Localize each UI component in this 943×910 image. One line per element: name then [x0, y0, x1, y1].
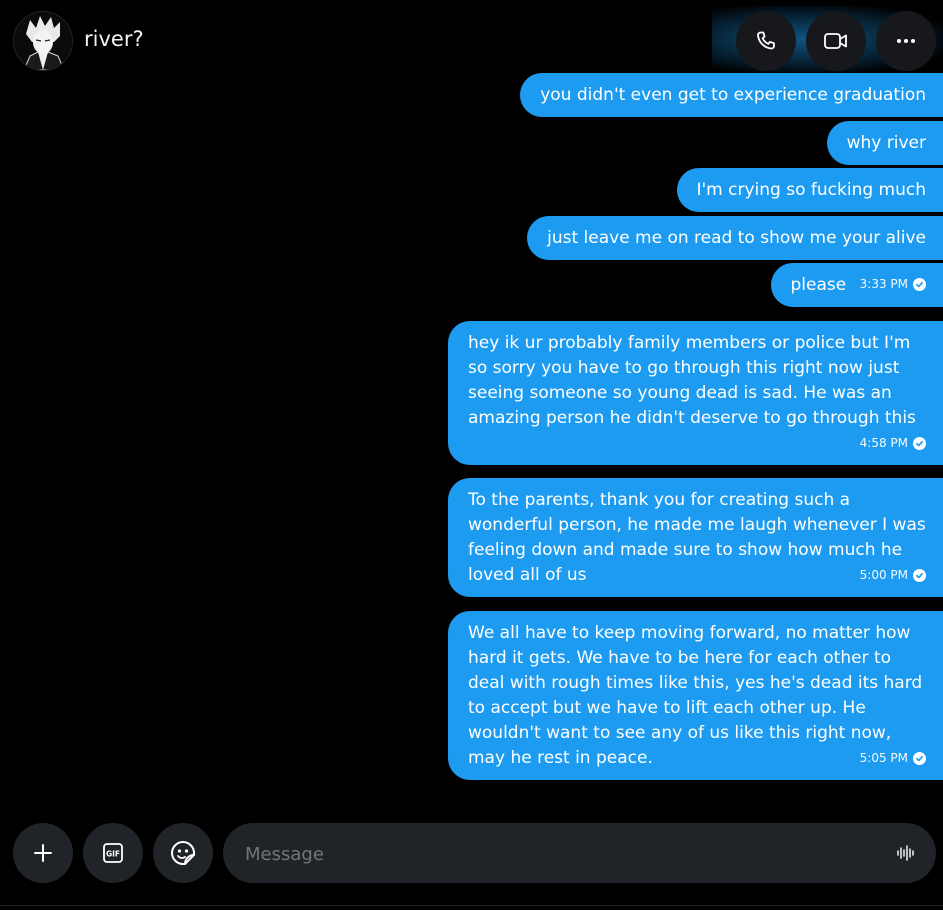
video-icon	[824, 33, 847, 49]
message-bubble[interactable]: hey ik ur probably family members or pol…	[448, 321, 943, 465]
read-check-icon	[913, 569, 926, 582]
gif-label: GIF	[106, 850, 120, 859]
gif-button[interactable]: GIF	[83, 823, 143, 883]
video-call-button[interactable]	[806, 11, 866, 71]
contact-name[interactable]: river?	[84, 27, 144, 51]
avatar[interactable]	[13, 11, 73, 71]
timestamp-text: 4:58 PM	[859, 436, 908, 450]
message-bubble[interactable]: just leave me on read to show me your al…	[527, 216, 943, 260]
plus-icon	[34, 844, 52, 862]
message-timestamp: 3:33 PM	[860, 262, 926, 306]
conversation-header: river?	[0, 0, 943, 80]
message-bubble[interactable]: We all have to keep moving forward, no m…	[448, 611, 943, 780]
message-bubble[interactable]: please 3:33 PM	[770, 262, 943, 307]
message-composer	[223, 823, 936, 885]
message-timestamp: 5:05 PM	[860, 746, 926, 771]
gif-icon: GIF	[103, 843, 123, 863]
message-text: you didn't even get to experience gradua…	[540, 85, 926, 105]
message-input[interactable]	[243, 823, 887, 885]
message-text: We all have to keep moving forward, no m…	[468, 623, 923, 768]
message-timestamp: 5:00 PM	[860, 563, 926, 588]
message-bubble[interactable]: To the parents, thank you for creating s…	[448, 478, 943, 597]
message-text: just leave me on read to show me your al…	[547, 228, 926, 248]
message-bubble[interactable]: I'm crying so fucking much	[676, 168, 943, 212]
message-text: please	[790, 275, 847, 295]
more-icon	[897, 39, 915, 43]
message-text: I'm crying so fucking much	[696, 180, 927, 200]
call-button[interactable]	[736, 11, 796, 71]
timestamp-text: 5:00 PM	[859, 568, 908, 582]
read-check-icon	[913, 277, 926, 291]
bottom-divider	[0, 905, 943, 906]
message-text: To the parents, thank you for creating s…	[468, 490, 926, 585]
message-text: hey ik ur probably family members or pol…	[468, 333, 916, 428]
message-bubble[interactable]: you didn't even get to experience gradua…	[520, 73, 943, 117]
sticker-icon	[170, 840, 195, 865]
add-attachment-button[interactable]	[13, 823, 73, 883]
message-text: why river	[846, 133, 926, 153]
read-check-icon	[913, 437, 926, 450]
read-check-icon	[913, 752, 926, 765]
avatar-image	[14, 12, 72, 70]
message-bubble[interactable]: why river	[826, 121, 943, 165]
more-options-button[interactable]	[876, 11, 936, 71]
voice-message-icon[interactable]	[896, 843, 916, 863]
phone-icon	[757, 31, 775, 50]
timestamp-text: 3:33 PM	[859, 277, 908, 291]
message-timestamp: 4:58 PM	[860, 431, 926, 456]
timestamp-text: 5:05 PM	[859, 751, 908, 765]
sticker-button[interactable]	[153, 823, 213, 883]
